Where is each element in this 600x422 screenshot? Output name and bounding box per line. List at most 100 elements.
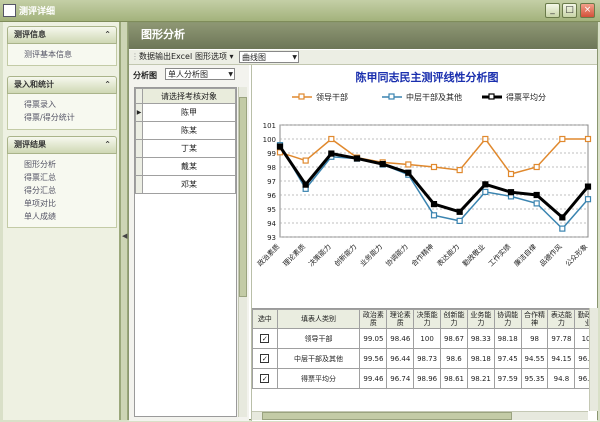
export-excel-button[interactable]: 数据输出Excel bbox=[139, 50, 192, 64]
object-row[interactable]: 陈某 bbox=[135, 121, 236, 140]
col-innovation[interactable]: 创新能力 bbox=[440, 309, 468, 329]
line-chart: 陈甲同志民主测评线性分析图 领导干部 中层干部及其他 得票平均分 939495969… bbox=[255, 70, 592, 268]
object-row[interactable]: 戴某 bbox=[135, 157, 236, 176]
category-cell: 领导干部 bbox=[276, 328, 361, 349]
checkbox-checked-icon[interactable]: ✓ bbox=[260, 374, 270, 383]
sidebar-item-personal-score[interactable]: 单人成绩 bbox=[8, 210, 116, 223]
scrollbar-thumb[interactable] bbox=[262, 412, 512, 420]
checkbox-checked-icon[interactable]: ✓ bbox=[260, 334, 270, 343]
close-button[interactable]: × bbox=[580, 3, 595, 18]
sidebar-item-vote-summary[interactable]: 得票汇总 bbox=[8, 171, 116, 184]
panel-header-entry[interactable]: 录入和统计 ⌃ bbox=[7, 76, 117, 94]
minimize-button[interactable]: _ bbox=[545, 3, 560, 18]
data-point bbox=[482, 135, 489, 143]
scrollbar-thumb[interactable] bbox=[239, 97, 247, 297]
collapse-chevron-icon[interactable]: ⌃ bbox=[104, 77, 111, 93]
object-name[interactable]: 丁某 bbox=[142, 139, 236, 158]
object-table: 请选择考核对象 ▶ 陈甲 陈某 丁某 戴某 邓某 bbox=[135, 88, 236, 194]
data-hscrollbar[interactable] bbox=[252, 411, 588, 420]
row-indicator bbox=[135, 121, 143, 140]
analysis-type-select[interactable]: 单人分析图 ▼ bbox=[165, 68, 235, 80]
col-category[interactable]: 填表人类别 bbox=[276, 309, 361, 329]
chart-options-menu[interactable]: 图形选项 ▾ bbox=[195, 50, 234, 64]
col-political[interactable]: 政治素质 bbox=[359, 309, 388, 329]
object-row[interactable]: 邓某 bbox=[135, 175, 236, 194]
legend-marker bbox=[488, 93, 495, 100]
sidebar-item-vote-entry[interactable]: 得票录入 bbox=[8, 98, 116, 111]
table-row[interactable]: ✓ 中层干部及其他 99.56 96.44 98.73 98.6 98.18 97.45 94.… bbox=[252, 348, 598, 369]
x-tick-label: 勤政敬业 bbox=[461, 242, 487, 268]
data-point bbox=[430, 212, 438, 219]
score-cell: 98.73 bbox=[413, 348, 442, 369]
sidebar-splitter[interactable]: ◀ bbox=[120, 22, 128, 420]
score-cell: 98 bbox=[520, 328, 549, 349]
row-checkbox[interactable]: ✓ bbox=[252, 348, 278, 369]
object-name[interactable]: 戴某 bbox=[142, 157, 236, 176]
col-business[interactable]: 业务能力 bbox=[466, 309, 495, 329]
score-cell: 98.96 bbox=[413, 368, 442, 389]
panel-body-results: 图形分析 得票汇总 得分汇总 单项对比 单人成绩 bbox=[7, 154, 117, 228]
col-expression[interactable]: 表达能力 bbox=[547, 309, 576, 329]
col-decision[interactable]: 决策能力 bbox=[413, 309, 442, 329]
collapse-chevron-icon[interactable]: ⌃ bbox=[104, 137, 111, 153]
score-cell: 98.61 bbox=[440, 368, 468, 389]
data-point bbox=[302, 181, 309, 188]
legend-label: 领导干部 bbox=[316, 92, 348, 102]
sidebar-item-graph-analysis[interactable]: 图形分析 bbox=[8, 158, 116, 171]
legend-marker bbox=[388, 93, 395, 100]
sidebar-item-vote-stats[interactable]: 得票/得分统计 bbox=[8, 111, 116, 124]
score-cell: 94.55 bbox=[520, 348, 549, 369]
chart-type-select[interactable]: 曲线图 ▼ bbox=[239, 51, 299, 63]
data-point bbox=[533, 200, 540, 207]
row-indicator-header bbox=[135, 88, 143, 104]
col-theory[interactable]: 理论素质 bbox=[386, 309, 415, 329]
y-tick-label: 101 bbox=[263, 122, 276, 130]
maximize-button[interactable]: □ bbox=[562, 3, 577, 18]
col-coordination[interactable]: 协调能力 bbox=[493, 309, 522, 329]
table-row[interactable]: ✓ 领导干部 99.05 98.46 100 98.67 98.33 98.18 98 97.78… bbox=[252, 328, 598, 349]
legend-marker bbox=[298, 93, 305, 100]
score-cell: 98.6 bbox=[440, 348, 468, 369]
data-point bbox=[584, 183, 592, 190]
chevron-down-icon: ▼ bbox=[228, 71, 233, 78]
object-name[interactable]: 陈甲 bbox=[142, 103, 236, 122]
table-row[interactable]: ✓ 得票平均分 99.46 96.74 98.96 98.61 98.21 97.59 95.3… bbox=[252, 368, 598, 389]
chart-title: 陈甲同志民主测评线性分析图 bbox=[356, 70, 499, 84]
x-tick-label: 创新能力 bbox=[332, 242, 358, 268]
chevron-down-icon: ▼ bbox=[292, 54, 297, 61]
object-name[interactable]: 邓某 bbox=[142, 175, 236, 194]
data-vscrollbar[interactable] bbox=[589, 308, 598, 411]
x-tick-label: 理论素质 bbox=[281, 242, 307, 268]
data-point bbox=[584, 135, 592, 143]
object-scrollbar[interactable] bbox=[238, 87, 247, 417]
panel-header-info[interactable]: 测评信息 ⌃ bbox=[7, 26, 117, 44]
score-cell: 95.35 bbox=[520, 368, 549, 389]
panel-title: 录入和统计 bbox=[14, 80, 54, 89]
row-checkbox[interactable]: ✓ bbox=[252, 328, 278, 349]
object-row[interactable]: ▶ 陈甲 bbox=[135, 103, 236, 122]
sidebar: 测评信息 ⌃ 测评基本信息 录入和统计 ⌃ 得票录入 得票/得分统计 测评结果 … bbox=[3, 22, 120, 420]
score-table-body: ✓ 领导干部 99.05 98.46 100 98.67 98.33 98.18 98 97.78… bbox=[252, 328, 598, 389]
col-cooperation[interactable]: 合作精神 bbox=[520, 309, 549, 329]
panel-title: 测评结果 bbox=[14, 140, 46, 149]
score-cell: 94.8 bbox=[547, 368, 576, 389]
toolbar-grip-icon: ⋮ bbox=[131, 52, 139, 61]
row-checkbox[interactable]: ✓ bbox=[252, 368, 278, 389]
col-select[interactable]: 选中 bbox=[252, 309, 278, 329]
x-tick-label: 决策能力 bbox=[307, 242, 333, 268]
toolbar: ⋮ 数据输出Excel 图形选项 ▾ 曲线图 ▼ bbox=[129, 50, 597, 65]
panel-header-results[interactable]: 测评结果 ⌃ bbox=[7, 136, 117, 154]
checkbox-checked-icon[interactable]: ✓ bbox=[260, 354, 270, 363]
collapse-chevron-icon[interactable]: ⌃ bbox=[104, 27, 111, 43]
data-point bbox=[302, 157, 309, 164]
collapse-arrow-icon[interactable]: ◀ bbox=[122, 232, 127, 240]
object-row[interactable]: 丁某 bbox=[135, 139, 236, 158]
data-point bbox=[533, 191, 540, 199]
y-tick-label: 99 bbox=[267, 150, 276, 158]
sidebar-item-basic-info[interactable]: 测评基本信息 bbox=[8, 48, 116, 61]
sidebar-item-item-compare[interactable]: 单项对比 bbox=[8, 197, 116, 210]
x-tick-label: 表达能力 bbox=[435, 242, 461, 268]
object-name[interactable]: 陈某 bbox=[142, 121, 236, 140]
y-tick-label: 94 bbox=[267, 220, 276, 228]
sidebar-item-score-summary[interactable]: 得分汇总 bbox=[8, 184, 116, 197]
